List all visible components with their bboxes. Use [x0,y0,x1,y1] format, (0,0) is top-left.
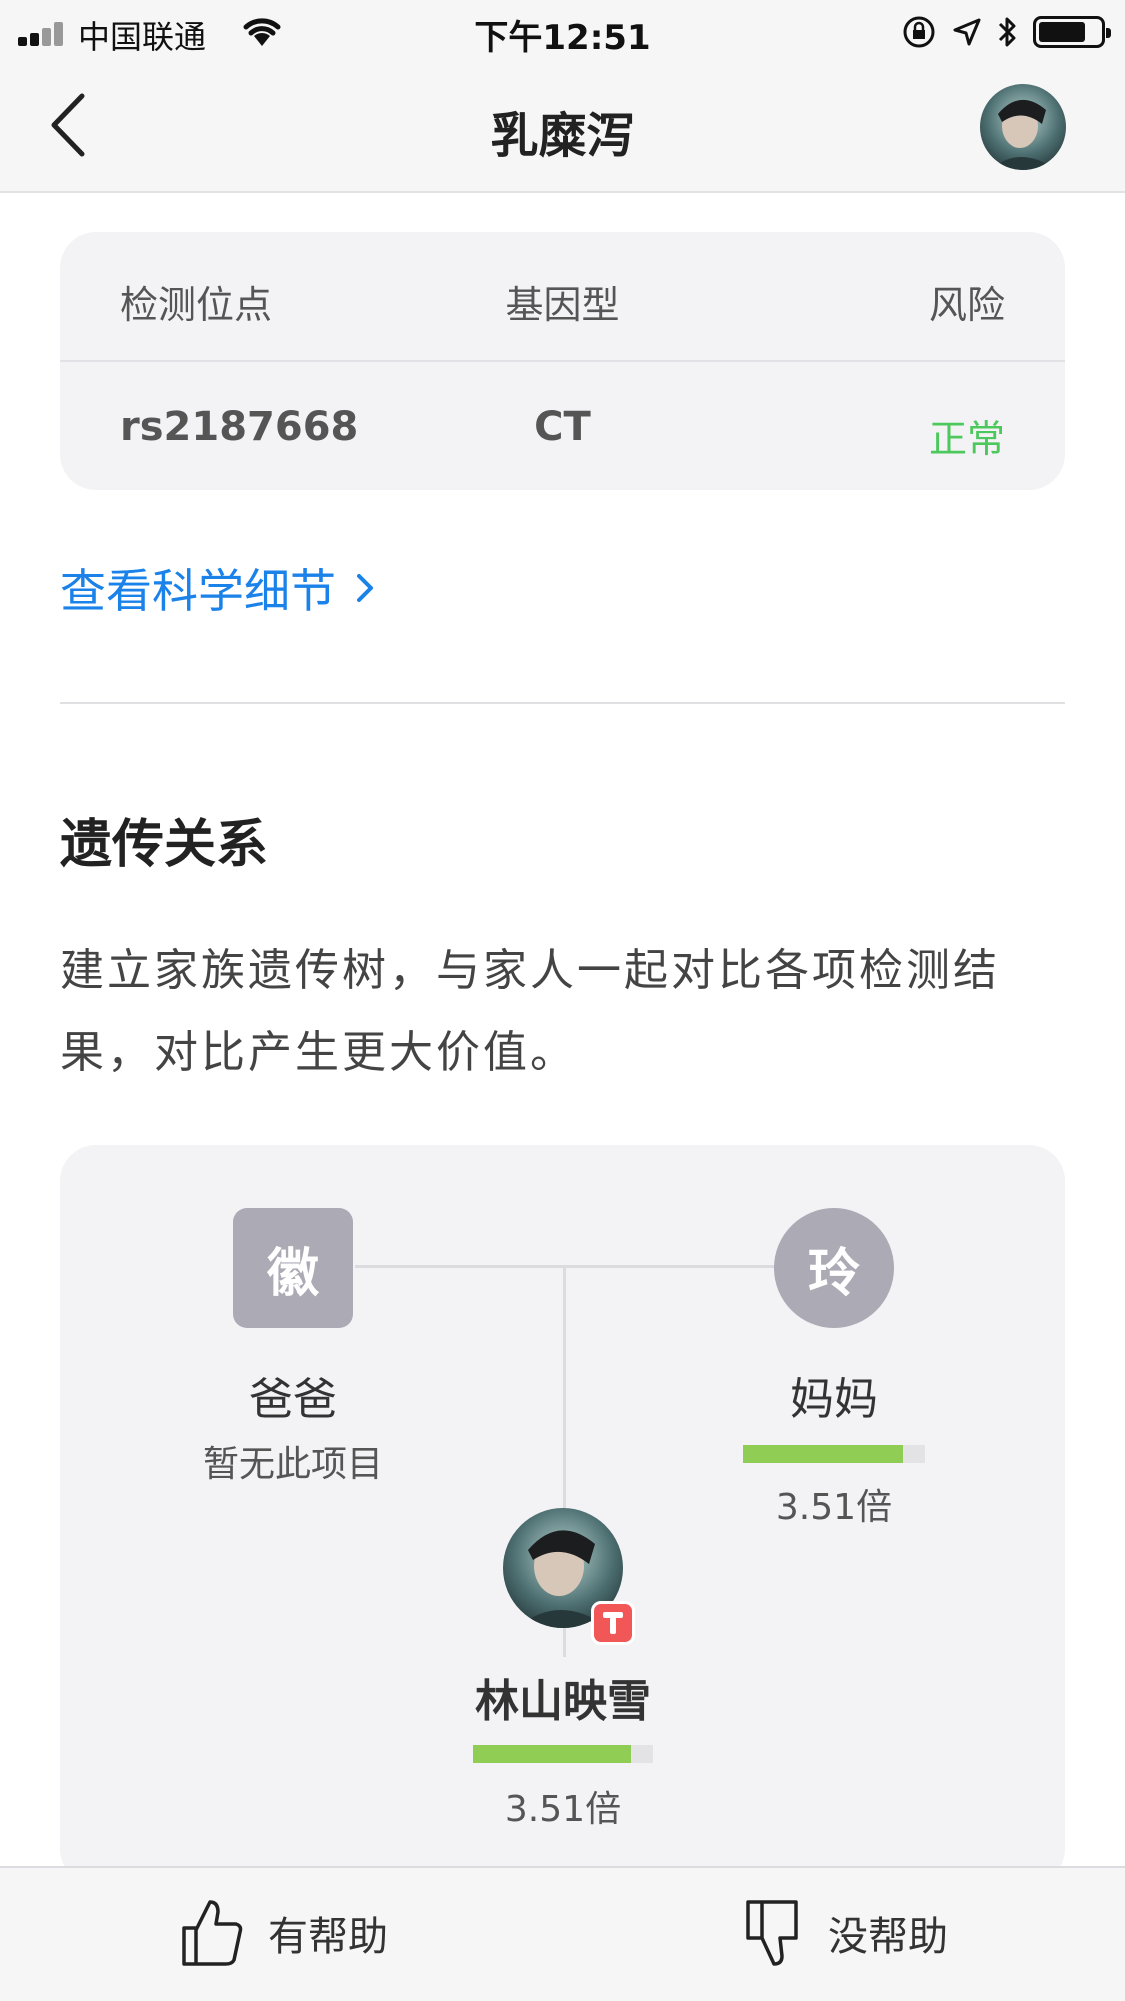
family-tree-card: 徽 爸爸 暂无此项目 玲 妈妈 3.51倍 林山映雪 3.51倍 [60,1145,1065,1885]
inheritance-description: 建立家族遗传树，与家人一起对比各项检测结果，对比产生更大价值。 [60,945,1000,1078]
me-label: 林山映雪 [475,1676,651,1727]
science-details-label: 查看科学细节 [60,564,336,618]
father-label: 爸爸 [249,1374,337,1425]
not-helpful-button[interactable]: 没帮助 [740,1898,948,1968]
mother-risk-value: 3.51倍 [775,1487,893,1528]
me-risk-bar [473,1745,653,1763]
father-avatar[interactable]: 徽 [233,1208,353,1328]
thumbs-down-icon [746,1900,798,1966]
mother-label: 妈妈 [790,1374,878,1425]
table-header: 检测位点 基因型 风险 [60,232,1065,362]
not-helpful-label: 没帮助 [828,1914,948,1960]
navigation-bar: 乳糜泻 [0,60,1125,193]
location-icon [953,18,981,46]
mother-risk-bar-fill [743,1445,904,1463]
section-divider [60,702,1065,704]
inheritance-title: 遗传关系 [60,815,269,875]
gender-badge-icon [591,1601,635,1645]
gene-result-table: 检测位点 基因型 风险 rs2187668 CT 正常 [60,232,1065,490]
status-bar: 中国联通 下午12:51 [0,0,1125,60]
bluetooth-icon [998,17,1016,47]
battery-icon [1033,16,1111,48]
father-note: 暂无此项目 [202,1444,383,1485]
science-details-link[interactable]: 查看科学细节 [60,555,376,621]
mother-risk-bar [743,1445,925,1463]
chevron-right-icon [357,574,373,602]
thumbs-up-icon [182,1900,243,1966]
feedback-bar: 有帮助 没帮助 [0,1866,1125,2001]
me-risk-bar-fill [473,1745,632,1763]
mother-avatar[interactable]: 玲 [774,1208,894,1328]
me-risk-value: 3.51倍 [504,1789,622,1830]
column-header-risk: 风险 [928,283,1005,327]
page-title: 乳糜泻 [490,108,635,164]
column-header-genotype: 基因型 [505,283,620,327]
rotation-lock-icon [903,16,935,48]
helpful-button[interactable]: 有帮助 [180,1898,388,1968]
risk-value: 正常 [928,417,1005,461]
helpful-label: 有帮助 [268,1914,388,1960]
user-avatar[interactable] [980,84,1066,170]
genotype-value: CT [534,404,591,450]
